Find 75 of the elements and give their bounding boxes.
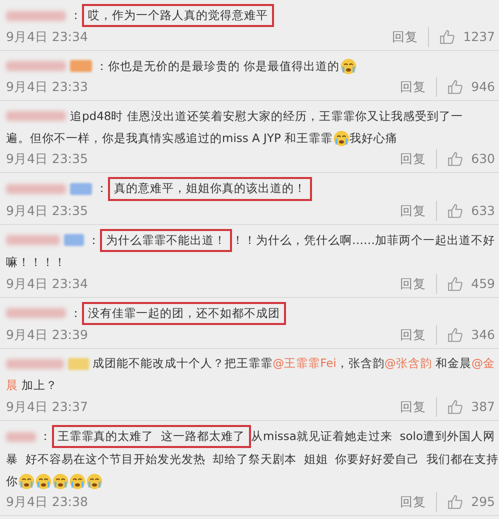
- comment-text: 追pd48时 佳恩没出道还笑着安慰大家的经历，王霏霏你又让我感受到了一: [70, 108, 463, 125]
- comment-date: 9月4日 23:35: [6, 150, 88, 168]
- highlighted-comment-text: 没有佳霏一起的团，还不如都不成团: [82, 302, 286, 325]
- colon: ：: [88, 232, 100, 248]
- blurred-username: [6, 235, 60, 246]
- highlighted-comment-text: 哎，作为一个路人真的觉得意难平: [82, 4, 274, 28]
- comment-date: 9月4日 23:35: [6, 202, 88, 220]
- crying-face-icon: [340, 58, 357, 75]
- comment-text: 嘛！！！！: [6, 254, 66, 272]
- reply-link[interactable]: 回复: [392, 27, 430, 48]
- comment-text: 遍。但你不一样，你是我真情实感追过的miss A JYP 和王霏霏: [6, 130, 333, 147]
- thumbs-up-icon[interactable]: [447, 327, 464, 343]
- highlighted-comment-text: 真的意难平，姐姐你真的该出道的！: [108, 177, 312, 200]
- blurred-username: [6, 184, 66, 194]
- blurred-username: [6, 61, 66, 72]
- like-count: 295: [471, 493, 495, 512]
- comment-text: 暴 好不容易在这个节目开始发光发热 却给了祭天剧本 姐姐 你要好好爱自己 我们都在支持: [6, 450, 499, 468]
- highlighted-comment-text: 为什么霏霏不能出道！: [100, 228, 232, 252]
- thumbs-up-icon[interactable]: [439, 29, 456, 46]
- reply-link[interactable]: 回复: [400, 492, 438, 512]
- comment-text: ，张含韵: [336, 355, 384, 372]
- highlighted-comment-text: 王霏霏真的太难了 这一路都太难了: [52, 425, 251, 448]
- reply-link[interactable]: 回复: [400, 325, 438, 345]
- colon: ：: [96, 58, 108, 75]
- comment-date: 9月4日 23:34: [6, 28, 88, 46]
- comment-text: 你: [6, 472, 18, 490]
- comment-text: 从missa就见证着她走过来 solo遭到外国人网: [251, 428, 495, 445]
- comment-date: 9月4日 23:37: [6, 398, 88, 416]
- blurred-username: [6, 308, 66, 318]
- crying-face-icon: [332, 130, 350, 147]
- mention-link[interactable]: @金: [472, 355, 495, 373]
- blurred-username: [6, 10, 66, 21]
- like-count: 1237: [463, 28, 495, 46]
- comment-text: 你也是无价的是最珍贵的 你是最值得出道的: [108, 58, 340, 75]
- comment-text: 加上？: [20, 377, 58, 394]
- reply-link[interactable]: 回复: [400, 274, 438, 294]
- like-count: 459: [471, 274, 495, 293]
- comment-date: 9月4日 23:38: [6, 493, 88, 512]
- colon: ：: [40, 428, 52, 445]
- reply-link[interactable]: 回复: [400, 149, 438, 170]
- crying-face-icon: [52, 472, 69, 490]
- thumbs-up-icon[interactable]: [447, 276, 464, 292]
- like-count: 633: [471, 202, 495, 220]
- blurred-username: [6, 111, 66, 122]
- comment-text: 成团能不能改成十个人？把王霏霏: [92, 355, 273, 372]
- colon: ：: [70, 7, 82, 24]
- reply-link[interactable]: 回复: [400, 77, 438, 98]
- blurred-username: [6, 432, 36, 442]
- like-count: 346: [471, 326, 495, 344]
- like-count: 946: [471, 78, 495, 96]
- colon: ：: [96, 180, 108, 198]
- thumbs-up-icon[interactable]: [447, 494, 464, 510]
- colon: ：: [70, 304, 82, 322]
- comment-date: 9月4日 23:33: [6, 78, 88, 96]
- comment-date: 9月4日 23:34: [6, 274, 88, 293]
- like-count: 630: [471, 150, 495, 168]
- comment-text: ！！为什么，凭什么啊……加菲两个一起出道不好: [232, 232, 495, 248]
- comment-text: 我好心痛: [350, 130, 398, 147]
- crying-face-icon: [69, 472, 86, 490]
- crying-face-icon: [35, 472, 52, 490]
- thumbs-up-icon[interactable]: [447, 399, 464, 415]
- comment-text: 和金晨: [434, 355, 472, 372]
- thumbs-up-icon[interactable]: [447, 202, 464, 218]
- crying-face-icon: [18, 472, 35, 490]
- comment-date: 9月4日 23:39: [6, 326, 88, 344]
- blurred-username: [6, 359, 64, 369]
- mention-link[interactable]: 晨: [6, 377, 18, 395]
- reply-link[interactable]: 回复: [400, 397, 438, 417]
- crying-face-icon: [86, 472, 103, 490]
- mention-link[interactable]: @王霏霏Fei: [272, 355, 336, 373]
- thumbs-up-icon[interactable]: [447, 79, 464, 96]
- reply-link[interactable]: 回复: [400, 200, 438, 220]
- thumbs-up-icon[interactable]: [447, 151, 464, 168]
- like-count: 387: [471, 398, 495, 416]
- mention-link[interactable]: @张含韵: [384, 355, 432, 373]
